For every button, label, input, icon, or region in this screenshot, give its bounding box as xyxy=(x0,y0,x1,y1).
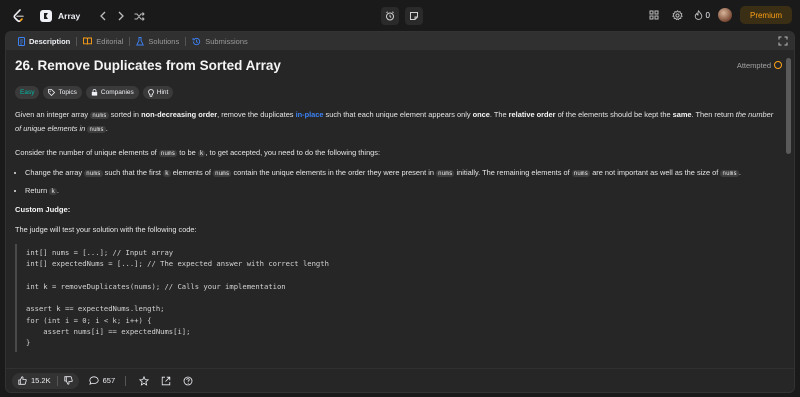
prev-problem-chevron-left-icon[interactable] xyxy=(94,7,112,25)
leetcode-logo-icon[interactable] xyxy=(10,8,26,24)
inline-code: nums xyxy=(84,170,103,177)
judge-intro: The judge will test your solution with t… xyxy=(15,225,197,234)
inline-code: nums xyxy=(90,112,109,119)
thumbs-up-icon[interactable] xyxy=(18,376,27,385)
fire-icon xyxy=(694,10,702,20)
comments-button[interactable]: 657 xyxy=(88,376,116,385)
inline-code: nums xyxy=(436,170,455,177)
code-line: assert k == expectedNums.length; xyxy=(26,304,165,314)
layout-grid-icon[interactable] xyxy=(646,7,662,23)
in-place-link[interactable]: in-place xyxy=(296,110,324,119)
share-icon[interactable] xyxy=(160,375,172,387)
attempted-circle-icon xyxy=(774,61,782,69)
code-line: int[] expectedNums = [...]; // The expec… xyxy=(26,259,329,269)
premium-button[interactable]: Premium xyxy=(739,6,792,24)
inline-code: nums xyxy=(87,126,106,133)
problem-list-button[interactable]: Array xyxy=(40,10,80,22)
page-title[interactable]: 26. Remove Duplicates from Sorted Array xyxy=(15,58,281,73)
description-paragraph: Consider the number of unique elements o… xyxy=(15,148,381,157)
inline-code: nums xyxy=(212,170,232,177)
notes-icon[interactable] xyxy=(405,7,423,25)
tab-submissions[interactable]: Submissions xyxy=(186,32,254,50)
streak-count: 0 xyxy=(705,10,710,20)
history-icon xyxy=(192,37,201,45)
book-icon xyxy=(83,37,93,45)
status-badge: Attempted xyxy=(737,61,782,70)
next-problem-chevron-right-icon[interactable] xyxy=(112,7,130,25)
inline-code: nums xyxy=(158,150,178,157)
problem-list-title: Array xyxy=(58,11,81,21)
code-line: int k = removeDuplicates(nums); // Calls… xyxy=(26,281,286,291)
custom-judge-heading: Custom Judge: xyxy=(15,205,71,214)
code-line: int[] nums = [...]; // Input array xyxy=(26,248,174,257)
description-panel: Description Editorial Solutions Submissi… xyxy=(5,31,795,393)
topics-tag[interactable]: Topics xyxy=(43,86,82,99)
shuffle-icon[interactable] xyxy=(130,7,148,25)
hint-tag[interactable]: Hint xyxy=(142,86,174,99)
top-nav: Array 0 Premium xyxy=(0,0,800,32)
requirements-list: Change the array nums such that the firs… xyxy=(15,166,779,198)
action-bar: 15.2K 657 xyxy=(6,368,794,392)
timer-alarm-icon[interactable] xyxy=(381,7,399,25)
divider xyxy=(125,375,127,386)
code-line: for (int i = 0; i < k; i++) { xyxy=(26,315,152,325)
star-icon[interactable] xyxy=(138,375,150,387)
settings-gear-icon[interactable] xyxy=(670,7,686,23)
thumbs-down-icon[interactable] xyxy=(64,376,73,385)
inline-code: k xyxy=(49,188,57,195)
list-item: Return k. xyxy=(25,184,779,198)
difficulty-badge[interactable]: Easy xyxy=(15,86,40,99)
tag-icon xyxy=(48,89,56,96)
center-toolbar xyxy=(381,7,423,25)
title-row: 26. Remove Duplicates from Sorted Array … xyxy=(15,54,782,76)
panel-tabbar: Description Editorial Solutions Submissi… xyxy=(6,32,794,50)
inline-code: k xyxy=(163,170,171,177)
avatar[interactable] xyxy=(717,8,732,22)
code-line: } xyxy=(26,338,31,348)
flask-icon xyxy=(136,36,145,45)
tag-row: Easy Topics Companies Hint xyxy=(15,86,779,99)
description-paragraph: Given an integer array nums sorted in no… xyxy=(15,110,774,133)
tab-solutions[interactable]: Solutions xyxy=(130,32,185,50)
list-item: Change the array nums such that the firs… xyxy=(25,166,779,180)
streak-counter[interactable]: 0 xyxy=(694,10,710,20)
help-question-icon[interactable] xyxy=(182,375,194,387)
like-dislike-group: 15.2K xyxy=(12,372,79,389)
description-icon xyxy=(18,36,25,46)
content-fade xyxy=(6,358,794,368)
divider xyxy=(56,375,58,386)
like-count: 15.2K xyxy=(31,376,51,385)
lock-icon xyxy=(91,89,98,96)
code-line: assert nums[i] == expectedNums[i]; xyxy=(26,327,191,337)
judge-code-block: int[] nums = [...]; // Input array int[]… xyxy=(15,244,779,352)
problem-content: 26. Remove Duplicates from Sorted Array … xyxy=(15,54,782,352)
comment-count: 657 xyxy=(102,376,116,385)
list-icon xyxy=(40,10,52,22)
tab-editorial[interactable]: Editorial xyxy=(77,32,129,50)
inline-code: nums xyxy=(571,170,591,177)
content-scrollbar[interactable] xyxy=(785,52,792,370)
lightbulb-icon xyxy=(147,88,154,97)
expand-panel-icon[interactable] xyxy=(778,36,788,46)
scrollbar-thumb[interactable] xyxy=(786,58,791,154)
tab-description[interactable]: Description xyxy=(12,32,76,50)
comment-icon xyxy=(88,376,99,385)
companies-tag[interactable]: Companies xyxy=(85,86,139,99)
right-toolbar: 0 Premium xyxy=(646,6,792,24)
inline-code: nums xyxy=(720,170,739,177)
